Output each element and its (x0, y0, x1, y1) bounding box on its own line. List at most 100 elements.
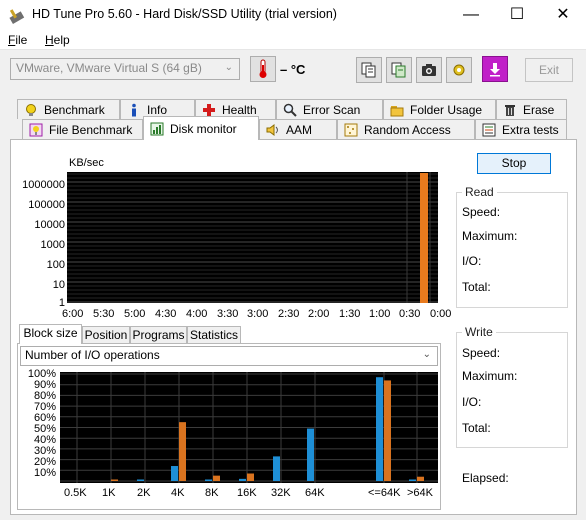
tab-folder-usage[interactable]: Folder Usage (383, 99, 496, 119)
category-label: 4K (171, 487, 185, 499)
trash-icon (503, 103, 517, 117)
thermometer-icon (250, 56, 276, 82)
speaker-icon (266, 123, 280, 137)
close-button[interactable]: ✕ (540, 0, 586, 30)
x-tick: 0:30 (399, 308, 421, 320)
random-access-icon (344, 123, 358, 137)
tab-disk-monitor[interactable]: Disk monitor (143, 116, 259, 140)
exit-button[interactable]: Exit (525, 58, 573, 82)
write-group-title: Write (462, 325, 496, 339)
write-bar-8K (213, 475, 220, 481)
tab-extra-tests[interactable]: Extra tests (475, 119, 567, 139)
camera-icon[interactable] (416, 57, 442, 83)
read-total-label: Total: (462, 280, 491, 294)
read-bar-8K (205, 479, 212, 481)
window-title: HD Tune Pro 5.60 - Hard Disk/SSD Utility… (32, 7, 337, 21)
write-bar-<=64K (384, 380, 391, 481)
magnifier-icon (283, 103, 297, 117)
read-speed-label: Speed: (462, 205, 501, 219)
read-bar-4K (171, 466, 178, 481)
category-label: 8K (205, 487, 219, 499)
menu-file[interactable]: File (8, 33, 27, 47)
read-bar-<=64K (376, 377, 383, 481)
maximize-button[interactable]: ☐ (494, 0, 540, 30)
stop-button[interactable]: Stop (477, 153, 551, 174)
x-tick: 3:00 (247, 308, 269, 320)
category-label: 2K (137, 487, 151, 499)
category-label: <=64K (368, 487, 401, 499)
category-label: 1K (102, 487, 116, 499)
tab-programs[interactable]: Programs (130, 326, 187, 344)
tab-benchmark[interactable]: Benchmark (17, 99, 120, 119)
metric-select[interactable]: Number of I/O operations ⌄ (20, 346, 438, 366)
tab-file-benchmark[interactable]: File Benchmark (22, 119, 143, 139)
elapsed-label: Elapsed: (462, 471, 509, 485)
y-tick: 10000 (34, 219, 65, 231)
x-tick: 5:00 (124, 308, 146, 320)
write-total-label: Total: (462, 421, 491, 435)
chevron-down-icon: ⌄ (224, 62, 233, 73)
write-bar-1K (111, 479, 118, 481)
read-bar-16K (239, 478, 246, 481)
read-bar-2K (137, 479, 144, 481)
write-bar-16K (247, 473, 254, 481)
category-label: 16K (237, 487, 257, 499)
write-bar->64K (417, 476, 424, 481)
drive-select[interactable]: VMware, VMware Virtual S (64 gB) ⌄ (10, 58, 240, 80)
read-group-title: Read (462, 185, 497, 199)
file-benchmark-icon (29, 123, 43, 137)
menu-help[interactable]: Help (45, 33, 70, 47)
minimize-button[interactable]: — (448, 0, 494, 30)
x-tick: 2:00 (308, 308, 330, 320)
tab-random-access[interactable]: Random Access (337, 119, 475, 139)
tab-aam[interactable]: AAM (259, 119, 337, 139)
percent-tick: 10% (33, 467, 56, 479)
copy-text-icon[interactable] (386, 57, 412, 83)
tab-erase[interactable]: Erase (496, 99, 567, 119)
category-label: >64K (407, 487, 433, 499)
x-tick: 1:30 (339, 308, 361, 320)
x-tick: 6:00 (62, 308, 84, 320)
folder-icon (390, 103, 404, 117)
y-tick: 100000 (28, 199, 65, 211)
activity-bar (420, 173, 428, 303)
options-icon[interactable] (446, 57, 472, 83)
chevron-down-icon: ⌄ (422, 349, 431, 360)
copy-info-icon[interactable] (356, 57, 382, 83)
y-tick: 1 (58, 297, 65, 309)
x-tick: 4:30 (155, 308, 177, 320)
tab-error-scan[interactable]: Error Scan (276, 99, 383, 119)
download-icon[interactable] (482, 56, 508, 82)
x-tick: 1:00 (369, 308, 391, 320)
read-maximum-label: Maximum: (462, 229, 518, 243)
x-tick: 0:00 (430, 308, 452, 320)
temperature-readout: – °C (280, 62, 306, 77)
x-tick: 4:00 (186, 308, 208, 320)
read-io-label: I/O: (462, 254, 482, 268)
x-tick: 2:30 (278, 308, 300, 320)
menu-bar (0, 30, 586, 50)
write-maximum-label: Maximum: (462, 369, 518, 383)
y-tick: 10 (52, 279, 65, 291)
read-bar->64K (409, 479, 416, 481)
category-label: 32K (271, 487, 291, 499)
write-io-label: I/O: (462, 395, 482, 409)
y-tick: 1000 (40, 239, 65, 251)
write-speed-label: Speed: (462, 346, 501, 360)
y-tick: 100 (46, 259, 65, 271)
extra-tests-icon (482, 123, 496, 137)
category-label: 0.5K (64, 487, 87, 499)
category-label: 64K (305, 487, 325, 499)
tab-position[interactable]: Position (82, 326, 130, 344)
unit-label: KB/sec (69, 157, 104, 169)
x-tick: 3:30 (217, 308, 239, 320)
benchmark-icon (24, 103, 38, 117)
read-bar-32K (273, 456, 280, 481)
disk-monitor-icon (150, 122, 164, 136)
tab-block-size[interactable]: Block size (19, 324, 82, 344)
info-icon (127, 103, 141, 117)
write-bar-4K (179, 422, 186, 481)
x-tick: 5:30 (93, 308, 115, 320)
tab-statistics[interactable]: Statistics (187, 326, 241, 344)
health-icon (202, 103, 216, 117)
